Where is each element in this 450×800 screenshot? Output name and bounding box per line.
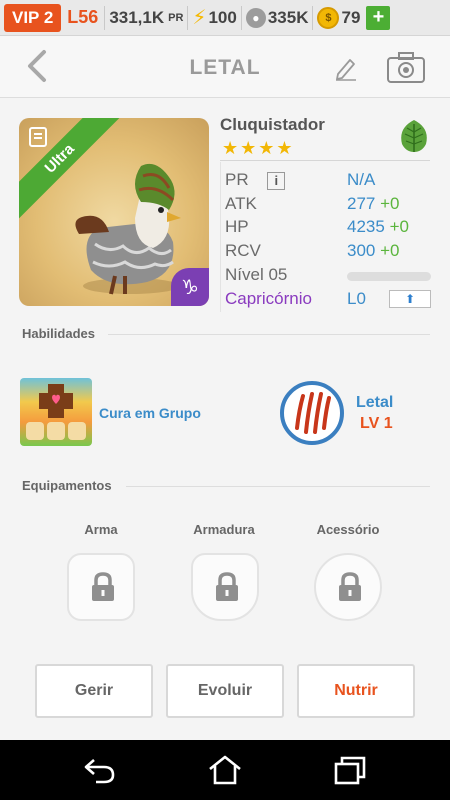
stats-panel: PR i N/A ATK 277 +0 HP 4235 +0 RCV 300 +… [220, 162, 431, 312]
paw-value: 335K [267, 7, 309, 27]
stat-value: 277 [347, 194, 376, 213]
pencil-icon[interactable] [332, 52, 360, 82]
divider [187, 5, 189, 30]
stat-bonus: +0 [389, 217, 409, 236]
stat-label-hp: HP [225, 217, 249, 236]
coin-counter[interactable]: $ 79 [317, 6, 361, 29]
divider [126, 486, 430, 487]
home-icon[interactable] [207, 754, 243, 786]
power-rating: 331,1K PR [109, 8, 183, 28]
heal-cross-icon [26, 384, 86, 440]
accessory-slot[interactable] [314, 553, 382, 621]
back-icon[interactable] [82, 754, 118, 786]
passive-skill-level: LV 1 [360, 415, 393, 432]
energy-value: 100 [208, 7, 237, 27]
divider [104, 5, 106, 30]
stat-bonus: +0 [380, 241, 400, 260]
stat-label: PR [225, 170, 249, 189]
power-rating-unit: PR [168, 11, 184, 24]
info-button[interactable]: i [267, 171, 286, 190]
skills-heading: Habilidades [22, 326, 95, 341]
zodiac-label: Capricórnio [225, 289, 312, 308]
player-level: L56 [67, 7, 99, 27]
page-header: LETAL [0, 36, 450, 98]
stat-value: 4235 [347, 217, 385, 236]
coin-value: 79 [341, 7, 361, 27]
level-label: Nível 05 [225, 265, 288, 284]
monster-name: Cluquistador [220, 115, 325, 134]
weapon-slot-label: Arma [84, 522, 118, 537]
page-title: LETAL [189, 56, 261, 79]
evolve-button[interactable]: Evoluir [166, 664, 284, 718]
level-progress-bar [347, 272, 431, 281]
vip-badge[interactable]: VIP 2 [4, 3, 62, 32]
document-icon[interactable] [27, 126, 49, 148]
energy-counter[interactable]: ⚡ 100 [192, 5, 236, 30]
zodiac-upgrade-button[interactable]: ⬆ [389, 290, 431, 308]
monster-portrait[interactable]: Ultra ♑ [19, 118, 209, 306]
leaf-icon [401, 120, 427, 152]
stat-label-atk: ATK [225, 194, 257, 213]
camera-icon[interactable] [386, 50, 426, 84]
accessory-slot-label: Acessório [316, 522, 380, 537]
group-heal-skill-name[interactable]: Cura em Grupo [99, 405, 201, 421]
divider [240, 5, 242, 30]
passive-skill-name[interactable]: Letal [356, 394, 393, 412]
equipment-heading: Equipamentos [22, 478, 112, 493]
stat-bonus: +0 [380, 194, 400, 213]
divider [220, 160, 430, 161]
zodiac-level: L0 [347, 289, 366, 308]
status-bar: VIP 2 L56 331,1K PR ⚡ 100 ● 335K $ 79 + [0, 0, 450, 36]
claw-marks-icon[interactable] [279, 380, 345, 446]
stat-label-rcv: RCV [225, 241, 261, 260]
stat-value: 300 [347, 241, 376, 260]
feed-button[interactable]: Nutrir [297, 664, 415, 718]
rarity-stars: ★★★★ [222, 138, 295, 158]
stat-label-pr: PR i [225, 170, 286, 190]
power-rating-value: 331,1K [109, 7, 165, 27]
group-heal-skill-icon[interactable] [20, 378, 92, 446]
manage-button[interactable]: Gerir [35, 664, 153, 718]
lightning-icon: ⚡ [192, 7, 207, 29]
paw-counter[interactable]: ● 335K [245, 7, 309, 28]
paw-icon: ● [245, 7, 266, 28]
stat-value-rcv: 300 +0 [347, 241, 400, 261]
lock-icon [92, 572, 114, 601]
coin-icon: $ [317, 6, 340, 29]
stat-value-pr: N/A [347, 170, 376, 189]
divider [312, 5, 314, 30]
arrow-up-icon: ⬆ [404, 292, 416, 306]
stat-value-atk: 277 +0 [347, 194, 400, 214]
armor-slot[interactable] [191, 553, 259, 621]
system-nav-bar [0, 740, 450, 800]
divider [108, 334, 430, 335]
lock-icon [216, 572, 238, 601]
add-currency-button[interactable]: + [366, 5, 391, 30]
armor-slot-label: Armadura [193, 522, 255, 537]
stat-value-hp: 4235 +0 [347, 217, 409, 237]
weapon-slot[interactable] [67, 553, 135, 621]
zodiac-icon: ♑ [171, 268, 209, 306]
lock-icon [339, 572, 361, 601]
recent-apps-icon[interactable] [332, 754, 368, 786]
